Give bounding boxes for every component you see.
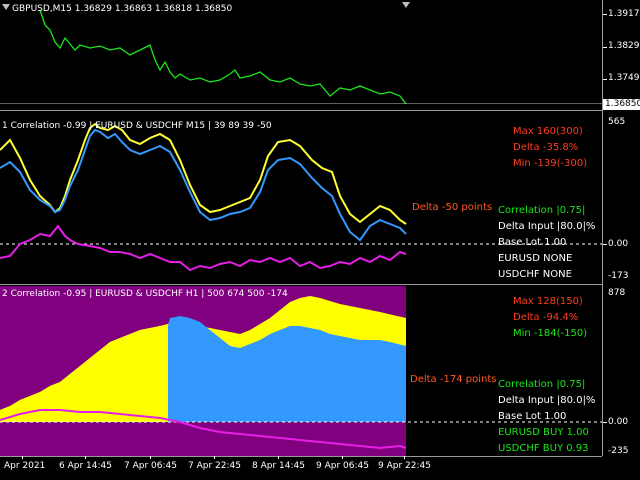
scale-tick: [603, 47, 607, 48]
pane2-usdchf-order: USDCHF BUY 0.93: [498, 443, 589, 454]
pane2-eurusd-order: EURUSD BUY 1.00: [498, 427, 589, 438]
histogram-background-lower: [0, 422, 406, 456]
pane2-scale-min: -235: [608, 446, 629, 456]
time-label-2: 7 Apr 06:45: [124, 461, 177, 471]
pane2-max-text: Max 128(150): [513, 296, 583, 307]
time-label-3: 7 Apr 22:45: [188, 461, 241, 471]
time-label-4: 8 Apr 14:45: [252, 461, 305, 471]
time-axis-border: [0, 456, 602, 457]
scale-tick: [603, 422, 607, 423]
time-label-6: 9 Apr 22:45: [378, 461, 431, 471]
time-tick: [404, 456, 405, 459]
price-scale-label-mid: 1.38290: [608, 41, 640, 51]
price-scale-label-top: 1.39170: [608, 9, 640, 19]
scale-tick: [603, 79, 607, 80]
pane2-delta-label: Delta -174 points: [410, 374, 497, 385]
indicator-2-header: 2 Correlation -0.95 | EURUSD & USDCHF H1…: [2, 289, 288, 299]
price-scale-border: [602, 0, 603, 456]
time-label-5: 9 Apr 06:45: [316, 461, 369, 471]
price-scale-label-low: 1.37490: [608, 73, 640, 83]
pane1-scale-max: 565: [608, 117, 626, 127]
time-tick: [214, 456, 215, 459]
correlation-pane-2[interactable]: [0, 0, 602, 480]
time-tick: [342, 456, 343, 459]
time-tick: [150, 456, 151, 459]
scale-tick: [603, 14, 607, 15]
pane2-base-lot-text: Base Lot 1.00: [498, 411, 567, 422]
pane2-scale-zero: 0.00: [608, 417, 629, 427]
pane2-scale-max: 878: [608, 288, 626, 298]
pane1-scale-zero: 0.00: [608, 239, 629, 249]
time-tick: [278, 456, 279, 459]
pane1-scale-min: -173: [608, 271, 629, 281]
time-label-1: 6 Apr 14:45: [59, 461, 112, 471]
time-label-0: Apr 2021: [4, 461, 46, 471]
pane2-delta-input-text: Delta Input |80.0|%: [498, 395, 596, 406]
scale-tick: [603, 244, 607, 245]
pane2-correlation-text: Correlation |0.75|: [498, 379, 586, 390]
pane2-delta-text: Delta -94.4%: [513, 312, 579, 323]
time-tick: [85, 456, 86, 459]
current-price-label: 1.36850: [603, 99, 640, 110]
time-tick: [22, 456, 23, 459]
pane2-min-text: Min -184(-150): [513, 328, 588, 339]
